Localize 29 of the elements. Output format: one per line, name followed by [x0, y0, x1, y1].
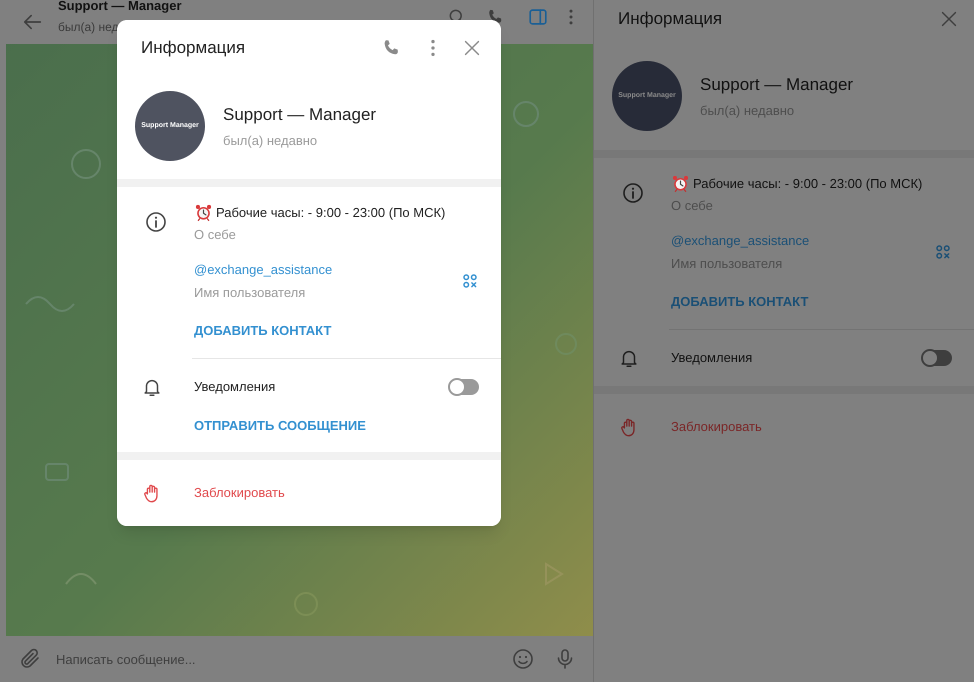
- username-link[interactable]: @exchange_assistance: [194, 260, 461, 280]
- toggle-switch[interactable]: [449, 378, 479, 394]
- add-contact-button[interactable]: ДОБАВИТЬ КОНТАКТ: [671, 292, 808, 312]
- info-icon: [144, 210, 168, 234]
- panel-title: Информация: [141, 36, 246, 59]
- panel-title: Информация: [618, 8, 724, 30]
- about-text: Рабочие часы: - 9:00 - 23:00 (По МСК): [216, 204, 446, 222]
- info-icon: [620, 181, 644, 205]
- emoji-icon[interactable]: [511, 647, 535, 671]
- message-input[interactable]: Написать сообщение...: [56, 644, 511, 674]
- about-text: Рабочие часы: - 9:00 - 23:00 (По МСК): [693, 175, 922, 193]
- profile-status: был(а) недавно: [223, 132, 318, 150]
- alarm-clock-icon: [671, 174, 690, 194]
- toggle-switch[interactable]: [922, 350, 952, 366]
- about-label: О себе: [194, 226, 237, 244]
- block-button[interactable]: Заблокировать: [194, 483, 285, 503]
- profile-name: Support — Manager: [223, 104, 376, 126]
- alarm-clock-icon: [194, 203, 213, 222]
- qr-code-icon[interactable]: [934, 243, 952, 261]
- notifications-label: Уведомления: [670, 348, 754, 367]
- add-contact-button[interactable]: ДОБАВИТЬ КОНТАКТ: [194, 321, 332, 340]
- send-message-button[interactable]: ОТПРАВИТЬ СООБЩЕНИЕ: [194, 416, 366, 435]
- notifications-label: Уведомления: [193, 378, 276, 396]
- profile-name: Support — Manager: [700, 74, 854, 96]
- username-label: Имя пользователя: [194, 284, 306, 302]
- block-button[interactable]: Заблокировать: [671, 416, 762, 436]
- qr-code-icon[interactable]: [461, 272, 479, 290]
- chat-title: Support — Manager: [58, 0, 183, 16]
- username-link[interactable]: @exchange_assistance: [671, 231, 934, 250]
